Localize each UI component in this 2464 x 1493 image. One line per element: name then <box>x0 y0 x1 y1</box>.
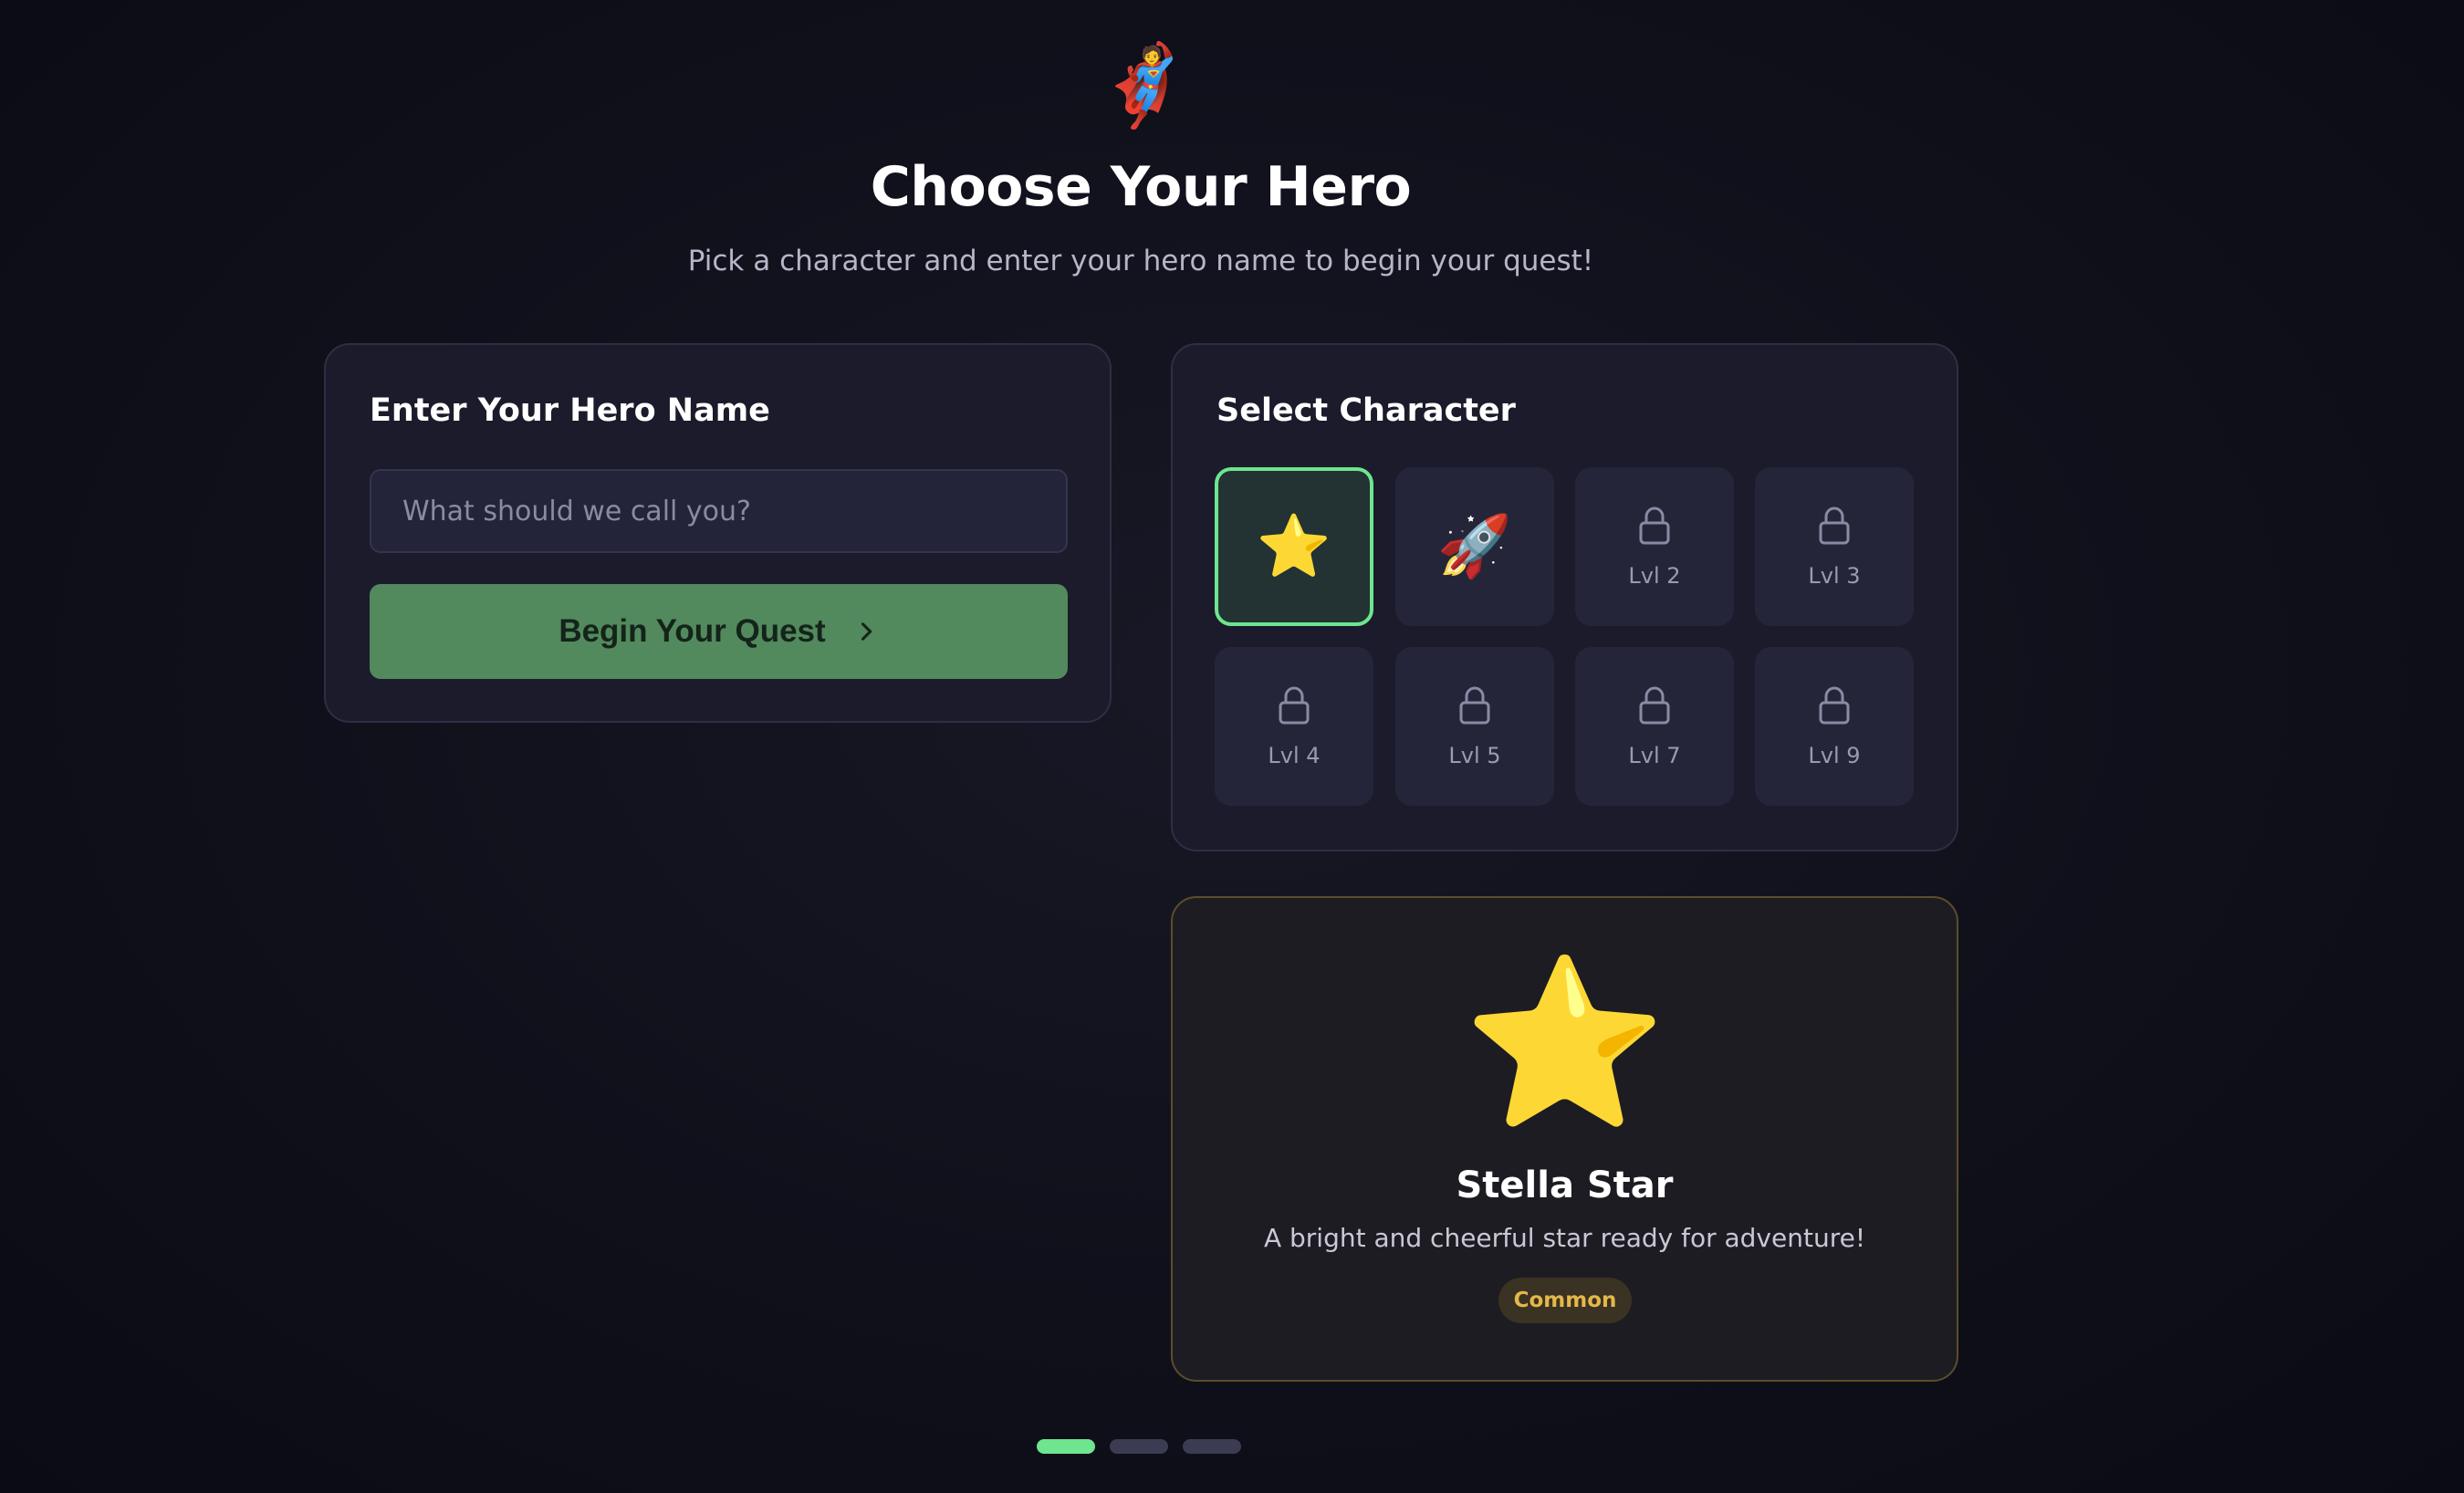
unlock-level-label: Lvl 5 <box>1448 743 1501 768</box>
character-tile-star[interactable]: ⭐ <box>1215 467 1373 626</box>
character-description: A bright and cheerful star ready for adv… <box>1263 1223 1866 1253</box>
step-dot <box>1110 1439 1168 1454</box>
rarity-badge: Common <box>1498 1278 1632 1323</box>
character-grid: ⭐ 🚀 Lvl 2 Lvl 3 Lvl 4 Lvl 5 Lvl 7 Lvl 9 <box>1215 467 1916 806</box>
character-select-title: Select Character <box>1216 392 1516 429</box>
unlock-level-label: Lvl 2 <box>1628 563 1681 589</box>
character-name: Stella Star <box>1456 1164 1674 1206</box>
unlock-level-label: Lvl 9 <box>1808 743 1861 768</box>
rocket-icon: 🚀 <box>1436 511 1513 581</box>
begin-quest-label: Begin Your Quest <box>559 613 826 649</box>
page-subtitle: Pick a character and enter your hero nam… <box>687 245 1594 277</box>
lock-icon <box>1819 686 1850 725</box>
hero-name-input[interactable] <box>370 469 1068 553</box>
star-icon: ⭐ <box>1256 511 1332 581</box>
character-select-card: Select Character ⭐ 🚀 Lvl 2 Lvl 3 Lvl 4 L… <box>1171 343 1958 851</box>
step-indicator <box>1037 1439 1241 1454</box>
lock-icon <box>1279 686 1310 725</box>
character-tile-locked[interactable]: Lvl 4 <box>1215 647 1373 806</box>
unlock-level-label: Lvl 7 <box>1628 743 1681 768</box>
hero-avatar-icon: 🦸 <box>1095 40 1194 131</box>
character-tile-locked[interactable]: Lvl 5 <box>1395 647 1554 806</box>
chevron-right-icon <box>861 622 872 641</box>
page-title: Choose Your Hero <box>870 155 1412 219</box>
hero-name-card: Enter Your Hero Name Begin Your Quest <box>324 343 1112 723</box>
lock-icon <box>1639 506 1670 545</box>
character-tile-rocket[interactable]: 🚀 <box>1395 467 1554 626</box>
lock-icon <box>1459 686 1490 725</box>
unlock-level-label: Lvl 3 <box>1808 563 1861 589</box>
hero-name-title: Enter Your Hero Name <box>370 392 770 429</box>
step-dot <box>1183 1439 1241 1454</box>
begin-quest-button[interactable]: Begin Your Quest <box>370 584 1068 679</box>
step-dot-active <box>1037 1439 1095 1454</box>
character-tile-locked[interactable]: Lvl 3 <box>1755 467 1914 626</box>
lock-icon <box>1639 686 1670 725</box>
lock-icon <box>1819 506 1850 545</box>
character-detail-card: ⭐ Stella Star A bright and cheerful star… <box>1171 896 1958 1382</box>
character-tile-locked[interactable]: Lvl 7 <box>1575 647 1734 806</box>
character-tile-locked[interactable]: Lvl 9 <box>1755 647 1914 806</box>
character-tile-locked[interactable]: Lvl 2 <box>1575 467 1734 626</box>
star-icon: ⭐ <box>1462 948 1667 1139</box>
unlock-level-label: Lvl 4 <box>1268 743 1321 768</box>
